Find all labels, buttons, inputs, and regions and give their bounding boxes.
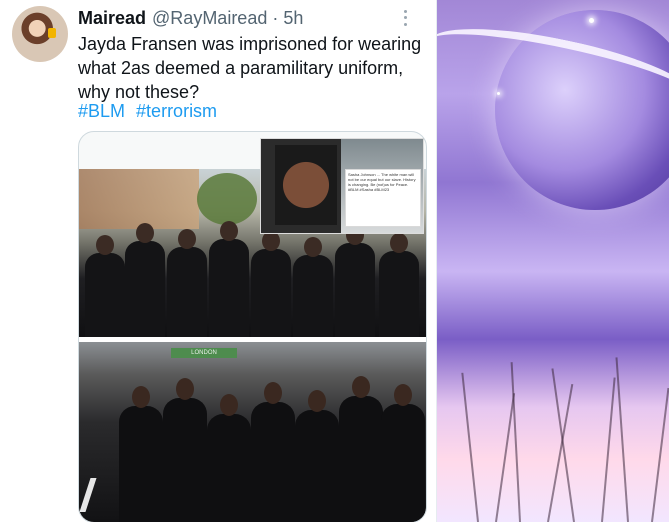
person-figure — [163, 378, 207, 522]
hashtag-blm[interactable]: #BLM — [78, 101, 125, 121]
person-figure — [167, 229, 207, 337]
inset-photo: Sasha Johnson ... The white man will not… — [260, 138, 424, 234]
avatar-accent — [48, 28, 56, 38]
sparkle — [589, 18, 594, 23]
hashtag-terrorism[interactable]: #terrorism — [136, 101, 217, 121]
person-figure — [251, 231, 291, 337]
background-wallpaper — [437, 0, 669, 522]
person-figure — [119, 386, 163, 522]
tweet-media[interactable]: Sasha Johnson ... The white man will not… — [78, 131, 427, 522]
media-photo-bottom[interactable]: LONDON — [79, 342, 426, 522]
person-figure — [339, 376, 383, 522]
background-tree — [197, 173, 257, 225]
handle-and-time[interactable]: @RayMairead · 5h — [152, 8, 303, 29]
person-figure — [85, 235, 125, 337]
person-figure — [125, 223, 165, 337]
shop-sign: LONDON — [171, 348, 237, 358]
inset-portrait — [275, 145, 337, 225]
person-figure — [295, 390, 339, 522]
person-figure — [381, 384, 425, 522]
person-figure — [293, 237, 333, 337]
marching-group — [79, 221, 426, 337]
more-options-icon[interactable] — [398, 8, 412, 28]
background-building — [79, 169, 199, 229]
display-name[interactable]: Mairead — [78, 8, 146, 29]
hashtag-row: #BLM #terrorism — [78, 101, 223, 122]
tweet-text: Jayda Fransen was imprisoned for wearing… — [78, 34, 422, 102]
avatar[interactable] — [12, 6, 68, 62]
person-figure — [207, 394, 251, 522]
person-figure — [379, 233, 419, 337]
bare-trees — [437, 352, 669, 522]
tweet-header: Mairead @RayMairead · 5h — [78, 6, 424, 30]
road-marking — [79, 478, 97, 512]
person-figure — [251, 382, 295, 522]
person-figure — [209, 221, 249, 337]
sparkle — [497, 92, 500, 95]
embedded-tweet-text: Sasha Johnson ... The white man will not… — [348, 172, 416, 192]
embedded-tweet-screenshot: Sasha Johnson ... The white man will not… — [345, 169, 421, 227]
person-figure — [335, 225, 375, 337]
tweet-card[interactable]: Mairead @RayMairead · 5h Jayda Fransen w… — [0, 0, 437, 522]
